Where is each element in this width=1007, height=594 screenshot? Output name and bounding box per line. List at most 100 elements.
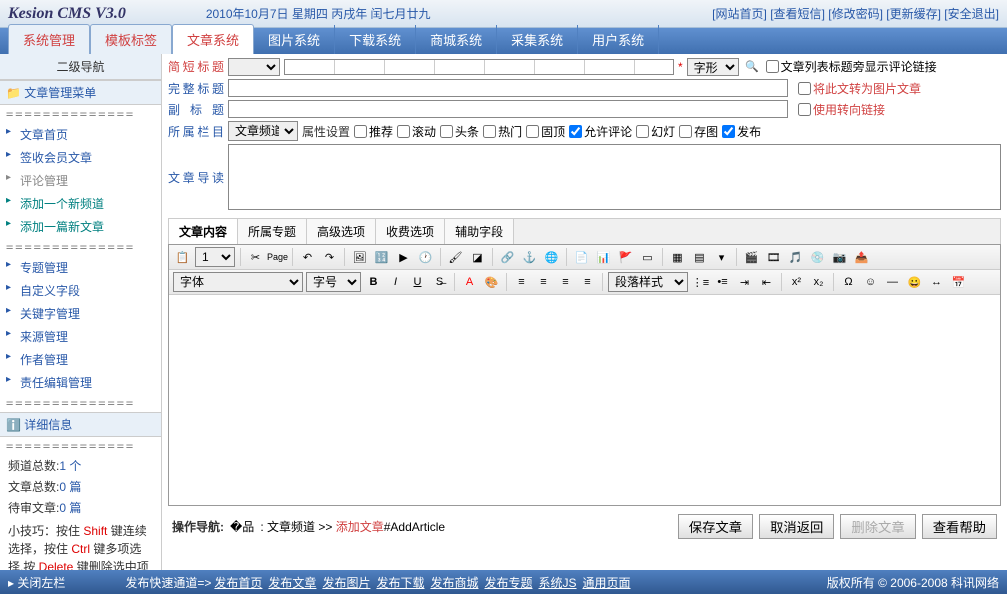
sb-topic[interactable]: 专题管理: [0, 256, 161, 279]
tab-content[interactable]: 文章内容: [169, 219, 238, 244]
table-icon[interactable]: ▦: [668, 248, 687, 267]
undo-icon[interactable]: ↶: [298, 248, 317, 267]
qk-topic[interactable]: 发布专题: [484, 574, 532, 591]
symbol-icon[interactable]: Ω: [839, 273, 858, 292]
channel-select[interactable]: 文章频道: [228, 121, 298, 141]
chk-redirect[interactable]: [798, 103, 811, 116]
chk-comment-link[interactable]: [766, 60, 779, 73]
sub-title-input[interactable]: [228, 100, 788, 118]
sb-keyword[interactable]: 关键字管理: [0, 302, 161, 325]
sub-icon[interactable]: x₂: [809, 273, 828, 292]
link-msg[interactable]: 查看短信: [774, 7, 822, 21]
qk-download[interactable]: 发布下载: [376, 574, 424, 591]
nav-collect[interactable]: 采集系统: [497, 25, 578, 54]
sb-add-channel[interactable]: 添加一个新频道: [0, 192, 161, 215]
editor-body[interactable]: [169, 295, 1000, 505]
film2-icon[interactable]: 🎞: [764, 248, 783, 267]
cancel-button[interactable]: 取消返回: [759, 514, 834, 539]
qk-home[interactable]: 发布首页: [214, 574, 262, 591]
qk-page[interactable]: 通用页面: [583, 574, 631, 591]
search-icon[interactable]: 🔍: [743, 57, 762, 76]
form-icon[interactable]: ▤: [690, 248, 709, 267]
chk-slide[interactable]: [636, 125, 649, 138]
font-style-select[interactable]: 字形: [687, 58, 739, 76]
cut-icon[interactable]: ✂: [246, 248, 265, 267]
zoom-select[interactable]: 1: [195, 247, 235, 267]
qk-js[interactable]: 系统JS: [539, 574, 577, 591]
redo-icon[interactable]: ↷: [320, 248, 339, 267]
tab-topic[interactable]: 所属专题: [238, 219, 307, 244]
para-style-select[interactable]: 段落样式: [608, 272, 688, 292]
marquee-icon[interactable]: ↔: [927, 273, 946, 292]
image-icon[interactable]: 🖼: [350, 248, 369, 267]
chk-allow-comment[interactable]: [569, 125, 582, 138]
underline-icon[interactable]: U: [408, 273, 427, 292]
link-pwd[interactable]: 修改密码: [832, 7, 880, 21]
chk-save-img[interactable]: [679, 125, 692, 138]
color-icon[interactable]: A: [460, 273, 479, 292]
font-size-select[interactable]: 字号: [306, 272, 361, 292]
intro-textarea[interactable]: [228, 144, 1001, 210]
align-justify-icon[interactable]: ≡: [578, 273, 597, 292]
indent-icon[interactable]: ⇥: [735, 273, 754, 292]
close-sidebar[interactable]: ▸ 关闭左栏: [8, 574, 65, 591]
sb-member-article[interactable]: 签收会员文章: [0, 146, 161, 169]
page-icon[interactable]: Page: [268, 248, 287, 267]
paste-icon[interactable]: 📋: [173, 248, 192, 267]
ul-icon[interactable]: •≡: [713, 273, 732, 292]
sb-custom-field[interactable]: 自定义字段: [0, 279, 161, 302]
emoji-icon[interactable]: ☺: [861, 273, 880, 292]
flag-icon[interactable]: 🚩: [616, 248, 635, 267]
help-button[interactable]: 查看帮助: [922, 514, 997, 539]
nav-download[interactable]: 下载系统: [335, 25, 416, 54]
link-logout[interactable]: 安全退出: [948, 7, 996, 21]
sb-source[interactable]: 来源管理: [0, 325, 161, 348]
sup-icon[interactable]: x²: [787, 273, 806, 292]
delete-button[interactable]: 删除文章: [840, 514, 915, 539]
face-icon[interactable]: 😀: [905, 273, 924, 292]
film-icon[interactable]: 🎬: [742, 248, 761, 267]
sb-article-home[interactable]: 文章首页: [0, 123, 161, 146]
photo-icon[interactable]: 📷: [830, 248, 849, 267]
ol-icon[interactable]: ⋮≡: [691, 273, 710, 292]
font-family-select[interactable]: 字体: [173, 272, 303, 292]
globe-icon[interactable]: 🌐: [542, 248, 561, 267]
align-left-icon[interactable]: ≡: [512, 273, 531, 292]
chk-sticky[interactable]: [526, 125, 539, 138]
tab-aux[interactable]: 辅助字段: [445, 219, 514, 244]
excel-icon[interactable]: 📊: [594, 248, 613, 267]
align-center-icon[interactable]: ≡: [534, 273, 553, 292]
select-icon[interactable]: ▾: [712, 248, 731, 267]
clock-icon[interactable]: 🕐: [416, 248, 435, 267]
strike-icon[interactable]: S̶: [430, 273, 449, 292]
date-icon[interactable]: 📅: [949, 273, 968, 292]
music-icon[interactable]: 🎵: [786, 248, 805, 267]
bold-icon[interactable]: B: [364, 273, 383, 292]
nav-article[interactable]: 文章系统: [172, 24, 254, 54]
chk-scroll[interactable]: [397, 125, 410, 138]
anchor-icon[interactable]: ⚓: [520, 248, 539, 267]
qk-shop[interactable]: 发布商城: [430, 574, 478, 591]
sb-add-article[interactable]: 添加一篇新文章: [0, 215, 161, 238]
tab-advanced[interactable]: 高级选项: [307, 219, 376, 244]
upload-icon[interactable]: 📤: [852, 248, 871, 267]
nav-image[interactable]: 图片系统: [254, 25, 335, 54]
nav-template[interactable]: 模板标签: [90, 24, 172, 54]
chk-publish[interactable]: [722, 125, 735, 138]
doc-icon[interactable]: 📄: [572, 248, 591, 267]
sb-editor[interactable]: 责任编辑管理: [0, 371, 161, 394]
align-right-icon[interactable]: ≡: [556, 273, 575, 292]
sb-comment[interactable]: 评论管理: [0, 169, 161, 192]
full-title-input[interactable]: [228, 79, 788, 97]
outdent-icon[interactable]: ⇤: [757, 273, 776, 292]
sb-author[interactable]: 作者管理: [0, 348, 161, 371]
qk-article[interactable]: 发布文章: [268, 574, 316, 591]
short-title-select[interactable]: [228, 58, 280, 76]
link-cache[interactable]: 更新缓存: [890, 7, 938, 21]
hr-icon[interactable]: —: [883, 273, 902, 292]
calc-icon[interactable]: 🔢: [372, 248, 391, 267]
save-button[interactable]: 保存文章: [678, 514, 753, 539]
chk-recommend[interactable]: [354, 125, 367, 138]
tab-fee[interactable]: 收费选项: [376, 219, 445, 244]
nav-shop[interactable]: 商城系统: [416, 25, 497, 54]
